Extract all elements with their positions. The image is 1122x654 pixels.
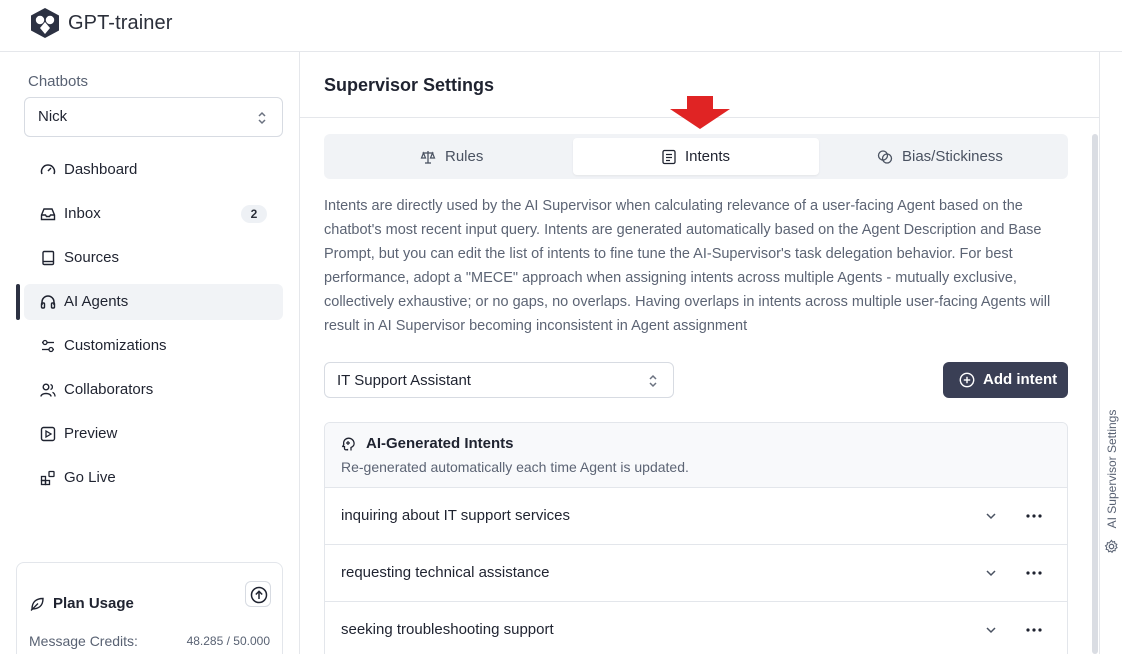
book-icon [42,250,55,266]
plan-usage-title: Plan Usage [53,595,134,612]
users-icon [40,383,56,397]
inbox-icon [40,208,56,221]
chatbot-select[interactable]: Nick [24,97,283,137]
more-options-icon[interactable] [1025,506,1043,526]
intent-text: inquiring about IT support services [341,507,571,524]
annotation-arrow-icon [670,96,730,129]
chevron-down-icon[interactable] [985,624,997,636]
headphones-icon [40,295,56,309]
tab-bias-stickiness[interactable]: Bias/Stickiness [821,138,1064,175]
sidebar-item-customizations[interactable]: Customizations [24,328,283,364]
main-scrollbar[interactable] [1092,134,1098,654]
gear-icon [1104,539,1118,554]
intent-row[interactable]: inquiring about IT support services [325,488,1067,545]
sidebar-item-collaborators[interactable]: Collaborators [24,372,283,408]
intents-description: Intents are directly used by the AI Supe… [324,198,1051,334]
tab-label: Intents [685,148,731,165]
sidebar-item-preview[interactable]: Preview [24,416,283,452]
more-options-icon[interactable] [1025,563,1043,583]
panel-title: AI-Generated Intents [366,435,514,452]
add-intent-button[interactable]: Add intent [943,362,1068,398]
right-collapsed-panel [1099,52,1122,654]
sidebar-item-ai-agents[interactable]: AI Agents [16,284,283,320]
agent-select-value: IT Support Assistant [337,372,471,389]
sidebar-item-label: Dashboard [64,161,138,178]
chevron-up-down-icon [649,374,657,388]
page-title: Supervisor Settings [324,75,495,95]
ai-supervisor-settings-toggle[interactable]: AI Supervisor Settings [1103,406,1121,556]
sidebar-item-inbox[interactable]: Inbox 2 [24,196,283,232]
brand-name: GPT-trainer [68,12,173,34]
intent-text: seeking troubleshooting support [341,621,554,638]
overlap-circles-icon [877,150,893,164]
gauge-icon [40,164,56,175]
sliders-icon [42,339,54,353]
tab-intents[interactable]: Intents [573,138,819,175]
chatbot-select-value: Nick [38,108,68,125]
sidebar-item-label: Sources [64,249,120,266]
panel-header: AI-Generated Intents Re-generated automa… [325,423,1067,488]
widgets-icon [40,470,55,486]
supervisor-tabs: Rules Intents Bias/Stickiness [324,134,1068,179]
message-credits-value: 48.285 / 50.000 [186,634,270,648]
inbox-count-badge: 2 [241,205,267,223]
list-doc-icon [662,149,676,165]
brain-sparkle-icon [341,437,355,451]
more-options-icon[interactable] [1025,620,1043,640]
sidebar-item-go-live[interactable]: Go Live [24,460,283,496]
chatbots-label: Chatbots [28,73,89,90]
intent-row[interactable]: requesting technical assistance [325,545,1067,602]
ai-supervisor-settings-label: AI Supervisor Settings [1105,409,1119,529]
chevron-down-icon[interactable] [985,567,997,579]
agent-select[interactable]: IT Support Assistant [324,362,674,398]
play-square-icon [40,426,56,442]
top-bar: GPT-trainer [0,0,1122,52]
main-content: Supervisor Settings Rules Intents Bias/S… [300,52,1099,654]
sidebar: Chatbots Nick Dashboard Inbox 2 Sources … [0,52,300,654]
tab-label: Rules [445,148,484,165]
sidebar-item-dashboard[interactable]: Dashboard [24,152,283,188]
scale-icon [420,151,436,164]
message-credits-label: Message Credits: [29,633,138,649]
intent-text: requesting technical assistance [341,564,550,581]
logo-icon [31,8,59,38]
tab-rules[interactable]: Rules [328,138,571,175]
upgrade-button[interactable] [245,581,271,607]
plus-circle-icon [959,372,975,388]
arrow-up-circle-icon [250,586,268,604]
intent-row[interactable]: seeking troubleshooting support [325,602,1067,654]
sidebar-item-label: Collaborators [64,381,154,398]
chevron-up-down-icon [258,111,266,125]
sidebar-item-label: Customizations [64,337,167,354]
sidebar-item-sources[interactable]: Sources [24,240,283,276]
sidebar-item-label: Inbox [64,205,101,222]
sidebar-item-label: Preview [64,425,118,442]
add-intent-label: Add intent [983,371,1058,388]
ai-generated-intents-panel: AI-Generated Intents Re-generated automa… [324,422,1068,654]
tab-label: Bias/Stickiness [902,148,1003,165]
sidebar-item-label: Go Live [64,469,116,486]
plan-usage-card: Plan Usage Message Credits: 48.285 / 50.… [16,562,283,654]
chevron-down-icon[interactable] [985,510,997,522]
leaf-icon [30,597,44,611]
panel-subtitle: Re-generated automatically each time Age… [341,459,689,475]
sidebar-item-label: AI Agents [64,293,129,310]
